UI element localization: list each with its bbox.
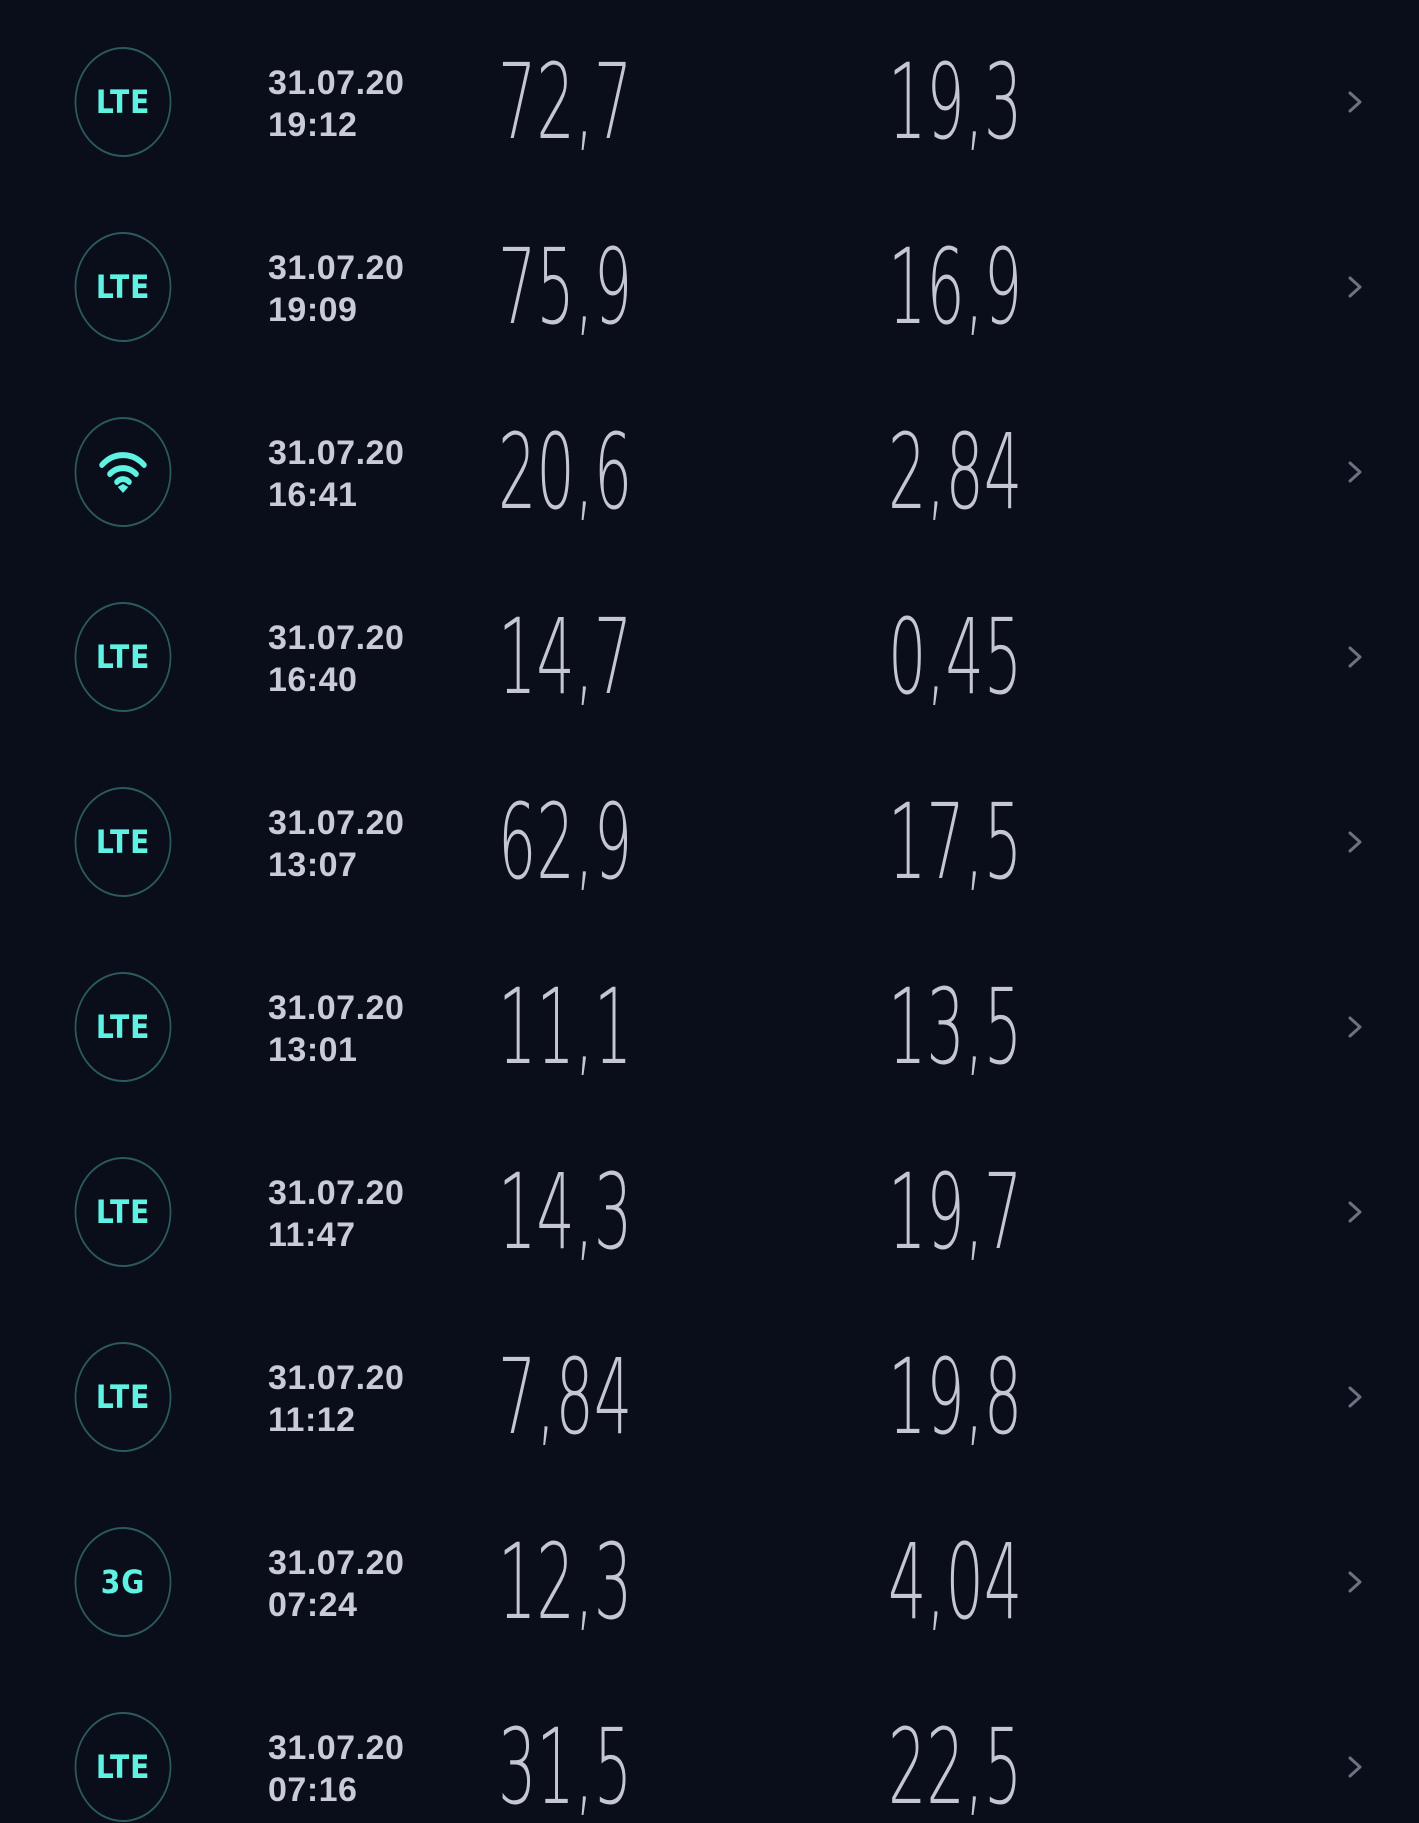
chevron-right-icon: [1348, 646, 1362, 668]
result-time: 19:12: [268, 106, 358, 144]
result-datetime: 31.07.20 16:41: [268, 432, 404, 516]
upload-speed: 19,8: [888, 1336, 1023, 1458]
result-date: 31.07.20: [268, 1729, 405, 1767]
chevron-right-icon: [1348, 91, 1362, 113]
network-badge: LTE: [74, 972, 172, 1082]
download-speed: 72,7: [498, 41, 633, 163]
result-datetime: 31.07.20 16:40: [268, 617, 404, 701]
network-type-label: LTE: [95, 83, 151, 121]
chevron-right-icon: [1348, 1571, 1362, 1593]
chevron-right-icon: [1348, 1386, 1362, 1408]
result-row[interactable]: LTE 31.07.20 13:01 11,1 13,5: [0, 935, 1419, 1120]
result-datetime: 31.07.20 19:12: [268, 62, 404, 146]
result-time: 07:16: [268, 1771, 358, 1809]
upload-speed: 0,45: [888, 596, 1023, 718]
network-badge: LTE: [74, 787, 172, 897]
result-time: 13:07: [268, 846, 358, 884]
result-time: 11:12: [268, 1401, 356, 1439]
result-time: 19:09: [268, 291, 358, 329]
network-type-label: LTE: [95, 823, 151, 861]
result-date: 31.07.20: [268, 989, 405, 1027]
result-datetime: 31.07.20 13:01: [268, 987, 404, 1071]
network-type-label: LTE: [95, 1193, 151, 1231]
network-badge: 3G: [74, 1527, 172, 1637]
upload-speed: 4,04: [888, 1521, 1023, 1643]
result-datetime: 31.07.20 07:24: [268, 1542, 404, 1626]
upload-speed: 13,5: [888, 966, 1023, 1088]
download-speed: 31,5: [498, 1706, 633, 1823]
upload-speed: 2,84: [888, 411, 1023, 533]
result-row[interactable]: LTE 31.07.20 16:40 14,7 0,45: [0, 565, 1419, 750]
chevron-right-icon: [1348, 1201, 1362, 1223]
chevron-right-icon: [1348, 831, 1362, 853]
result-row[interactable]: 3G 31.07.20 07:24 12,3 4,04: [0, 1490, 1419, 1675]
chevron-right-icon: [1348, 1016, 1362, 1038]
download-speed: 12,3: [498, 1521, 633, 1643]
result-datetime: 31.07.20 07:16: [268, 1727, 404, 1811]
result-time: 11:47: [268, 1216, 356, 1254]
result-date: 31.07.20: [268, 249, 405, 287]
result-time: 07:24: [268, 1586, 358, 1624]
upload-speed: 17,5: [888, 781, 1023, 903]
result-time: 16:40: [268, 661, 358, 699]
network-badge: LTE: [74, 232, 172, 342]
wifi-icon: [99, 452, 147, 493]
network-type-label: 3G: [100, 1563, 146, 1601]
result-datetime: 31.07.20 11:47: [268, 1172, 404, 1256]
network-badge: LTE: [74, 602, 172, 712]
download-speed: 20,6: [498, 411, 633, 533]
result-date: 31.07.20: [268, 64, 405, 102]
download-speed: 14,7: [498, 596, 633, 718]
upload-speed: 19,3: [888, 41, 1023, 163]
result-datetime: 31.07.20 11:12: [268, 1357, 404, 1441]
result-row[interactable]: LTE 31.07.20 11:47 14,3 19,7: [0, 1120, 1419, 1305]
result-row[interactable]: 31.07.20 16:41 20,6 2,84: [0, 380, 1419, 565]
chevron-right-icon: [1348, 461, 1362, 483]
result-date: 31.07.20: [268, 1174, 405, 1212]
result-datetime: 31.07.20 19:09: [268, 247, 404, 331]
result-date: 31.07.20: [268, 1544, 405, 1582]
network-badge: LTE: [74, 1342, 172, 1452]
results-list: LTE 31.07.20 19:12 72,7 19,3 LTE 31.07.2…: [0, 0, 1419, 1823]
download-speed: 75,9: [498, 226, 633, 348]
upload-speed: 22,5: [888, 1706, 1023, 1823]
result-date: 31.07.20: [268, 804, 405, 842]
result-time: 13:01: [268, 1031, 358, 1069]
result-date: 31.07.20: [268, 434, 405, 472]
network-type-label: LTE: [95, 268, 151, 306]
download-speed: 62,9: [498, 781, 633, 903]
result-row[interactable]: LTE 31.07.20 19:09 75,9 16,9: [0, 195, 1419, 380]
result-row[interactable]: LTE 31.07.20 11:12 7,84 19,8: [0, 1305, 1419, 1490]
network-type-label: LTE: [95, 1748, 151, 1786]
result-time: 16:41: [268, 476, 358, 514]
network-type-label: LTE: [95, 638, 151, 676]
result-datetime: 31.07.20 13:07: [268, 802, 404, 886]
network-badge: LTE: [74, 1712, 172, 1822]
network-badge: [74, 417, 172, 527]
download-speed: 11,1: [498, 966, 633, 1088]
upload-speed: 19,7: [888, 1151, 1023, 1273]
chevron-right-icon: [1348, 1756, 1362, 1778]
download-speed: 14,3: [498, 1151, 633, 1273]
result-date: 31.07.20: [268, 1359, 405, 1397]
upload-speed: 16,9: [888, 226, 1023, 348]
network-type-label: LTE: [95, 1008, 151, 1046]
download-speed: 7,84: [498, 1336, 633, 1458]
network-type-label: LTE: [95, 1378, 151, 1416]
chevron-right-icon: [1348, 276, 1362, 298]
network-badge: LTE: [74, 1157, 172, 1267]
result-date: 31.07.20: [268, 619, 405, 657]
network-badge: LTE: [74, 47, 172, 157]
result-row[interactable]: LTE 31.07.20 19:12 72,7 19,3: [0, 10, 1419, 195]
result-row[interactable]: LTE 31.07.20 13:07 62,9 17,5: [0, 750, 1419, 935]
result-row[interactable]: LTE 31.07.20 07:16 31,5 22,5: [0, 1675, 1419, 1823]
